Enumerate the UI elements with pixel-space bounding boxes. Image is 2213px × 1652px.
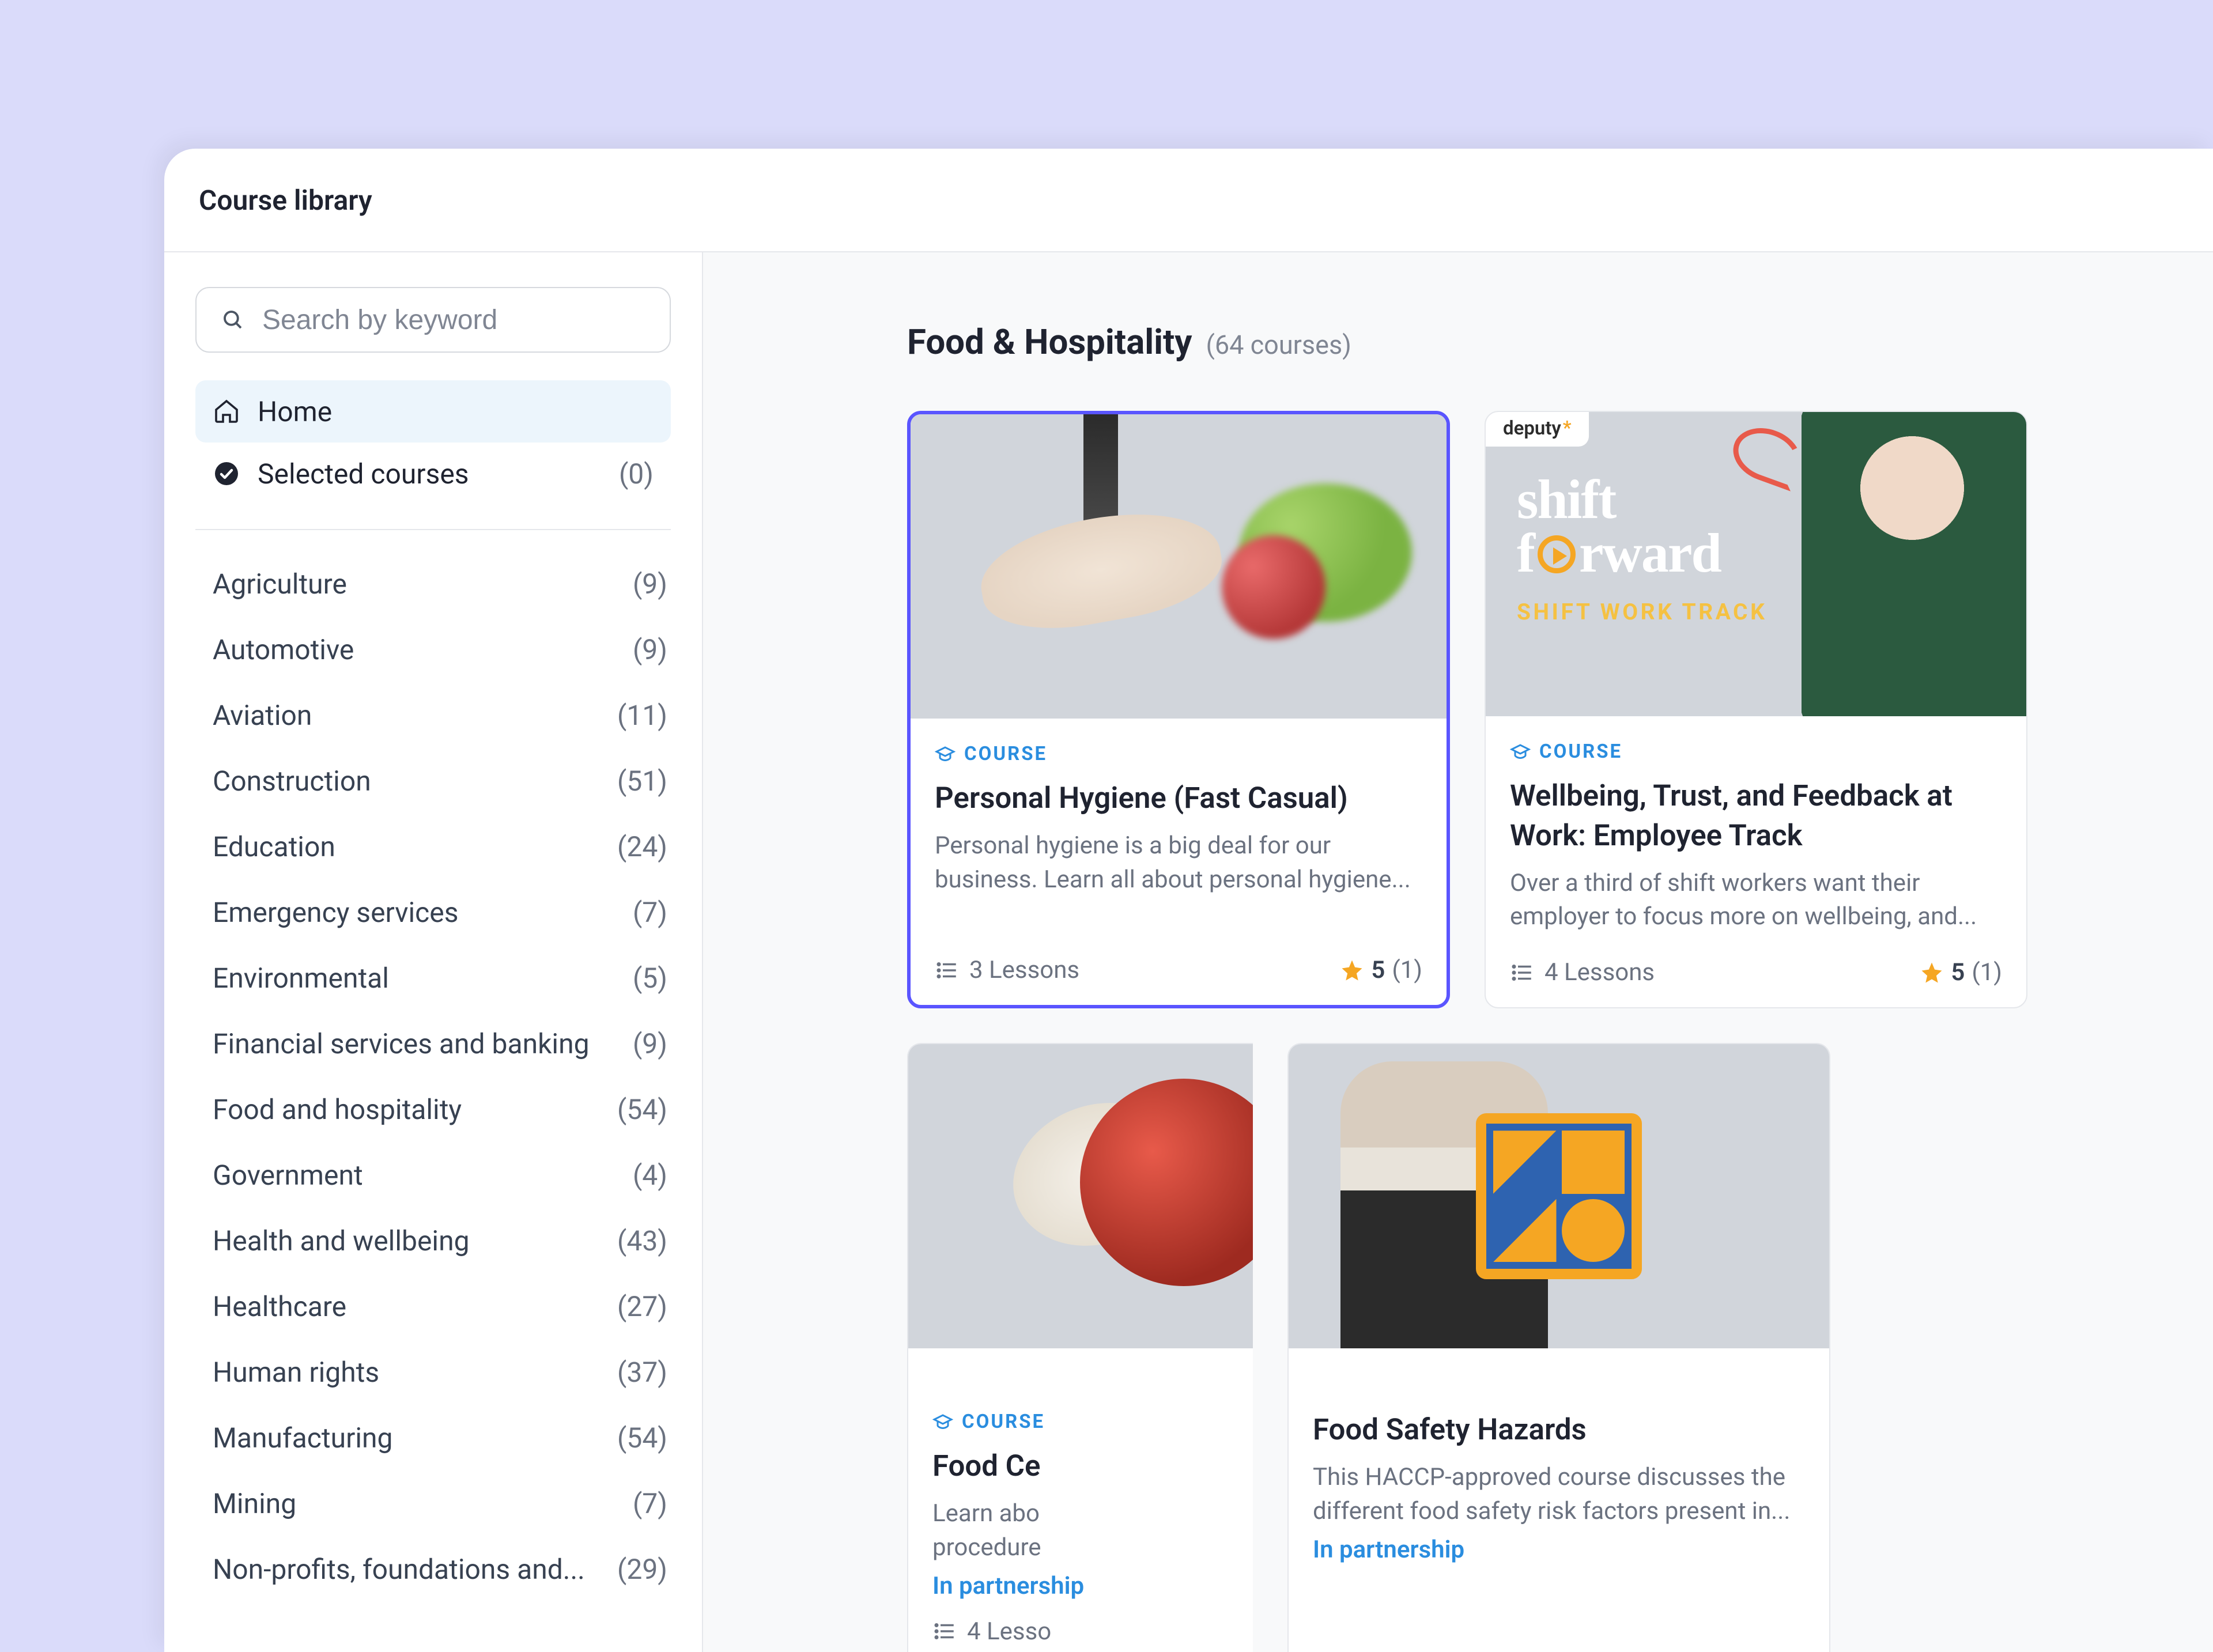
category-health-wellbeing[interactable]: Health and wellbeing(43)	[195, 1208, 671, 1273]
category-automotive[interactable]: Automotive(9)	[195, 617, 671, 682]
category-emergency-services[interactable]: Emergency services(7)	[195, 879, 671, 945]
list-icon	[935, 958, 959, 982]
nav-selected-count: (0)	[619, 458, 654, 490]
category-education[interactable]: Education(24)	[195, 814, 671, 879]
partner-badge-deputy: deputy	[1486, 412, 1589, 447]
course-thumbnail	[911, 414, 1447, 719]
list-icon	[932, 1619, 957, 1643]
search-icon	[221, 308, 245, 332]
category-list: Agriculture(9) Automotive(9) Aviation(11…	[195, 551, 671, 1602]
graduation-cap-icon	[1510, 742, 1531, 762]
course-type-badge: COURSE	[935, 743, 1422, 765]
category-nonprofits[interactable]: Non-profits, foundations and...(29)	[195, 1536, 671, 1602]
category-healthcare[interactable]: Healthcare(27)	[195, 1273, 671, 1339]
nav-home[interactable]: Home	[195, 380, 671, 443]
course-description: Learn abo procedure	[932, 1497, 1229, 1565]
page-title: Course library	[199, 184, 372, 217]
course-title: Personal Hygiene (Fast Casual)	[935, 779, 1422, 819]
titlebar: Course library	[164, 149, 2213, 252]
section-title: Food & Hospitality	[907, 322, 1192, 362]
haccp-badge-icon	[1476, 1113, 1642, 1279]
graduation-cap-icon	[932, 1412, 953, 1432]
category-aviation[interactable]: Aviation(11)	[195, 682, 671, 748]
sidebar-divider	[195, 529, 671, 530]
partnership-label: In partnership	[1313, 1536, 1805, 1564]
search-field[interactable]	[195, 287, 671, 353]
nav-selected-courses[interactable]: Selected courses (0)	[195, 443, 671, 505]
course-type-badge: COURSE	[1510, 740, 2002, 763]
course-title: Wellbeing, Trust, and Feedback at Work: …	[1510, 777, 2002, 856]
check-circle-icon	[213, 460, 240, 487]
category-financial-services[interactable]: Financial services and banking(9)	[195, 1011, 671, 1076]
course-thumbnail	[908, 1044, 1253, 1348]
app-window: Course library Home Selected courses (0)…	[164, 149, 2213, 1652]
course-type-badge: COURSE	[932, 1411, 1229, 1433]
graduation-cap-icon	[935, 744, 956, 765]
star-icon	[1340, 958, 1364, 982]
course-description: Over a third of shift workers want their…	[1510, 867, 2002, 935]
course-description: Personal hygiene is a big deal for our b…	[935, 829, 1422, 897]
course-description: This HACCP-approved course discusses the…	[1313, 1461, 1805, 1529]
main-content: Food & Hospitality (64 courses) COURSE P…	[703, 252, 2213, 1652]
body: Home Selected courses (0) Agriculture(9)…	[164, 252, 2213, 1652]
category-government[interactable]: Government(4)	[195, 1142, 671, 1208]
category-agriculture[interactable]: Agriculture(9)	[195, 551, 671, 617]
course-rating: 5 (1)	[1920, 958, 2002, 986]
course-title: Food Ce	[932, 1447, 1229, 1487]
course-card-wellbeing-trust[interactable]: deputy shift frward SHIFT WORK TRACK COU…	[1485, 411, 2027, 1008]
course-title: Food Safety Hazards	[1313, 1411, 1805, 1450]
star-icon	[1920, 961, 1944, 985]
nav-home-label: Home	[258, 395, 332, 428]
category-human-rights[interactable]: Human rights(37)	[195, 1339, 671, 1405]
list-icon	[1510, 961, 1534, 985]
course-rating: 5 (1)	[1340, 956, 1422, 984]
search-input[interactable]	[262, 304, 645, 336]
category-food-hospitality[interactable]: Food and hospitality(54)	[195, 1076, 671, 1142]
partnership-label: In partnership	[932, 1572, 1229, 1600]
category-manufacturing[interactable]: Manufacturing(54)	[195, 1405, 671, 1470]
nav-selected-label: Selected courses	[258, 458, 469, 490]
lesson-count: 4 Lesso	[932, 1617, 1051, 1646]
course-card-food-safety-hazards[interactable]: Food Safety Hazards This HACCP-approved …	[1287, 1043, 1830, 1652]
lesson-count: 4 Lessons	[1510, 958, 1655, 986]
lesson-count: 3 Lessons	[935, 956, 1079, 984]
course-thumbnail: deputy shift frward SHIFT WORK TRACK	[1486, 412, 2026, 716]
category-construction[interactable]: Construction(51)	[195, 748, 671, 814]
category-mining[interactable]: Mining(7)	[195, 1470, 671, 1536]
section-subtitle: (64 courses)	[1206, 330, 1351, 360]
category-environmental[interactable]: Environmental(5)	[195, 945, 671, 1011]
course-card-food-cert[interactable]: COURSE Food Ce Learn abo procedure In pa…	[907, 1043, 1253, 1652]
course-grid: COURSE Personal Hygiene (Fast Casual) Pe…	[907, 411, 2213, 1652]
course-thumbnail	[1289, 1044, 1829, 1348]
sidebar: Home Selected courses (0) Agriculture(9)…	[164, 252, 703, 1652]
section-header: Food & Hospitality (64 courses)	[907, 322, 2213, 362]
home-icon	[213, 398, 240, 425]
course-card-personal-hygiene[interactable]: COURSE Personal Hygiene (Fast Casual) Pe…	[907, 411, 1450, 1008]
